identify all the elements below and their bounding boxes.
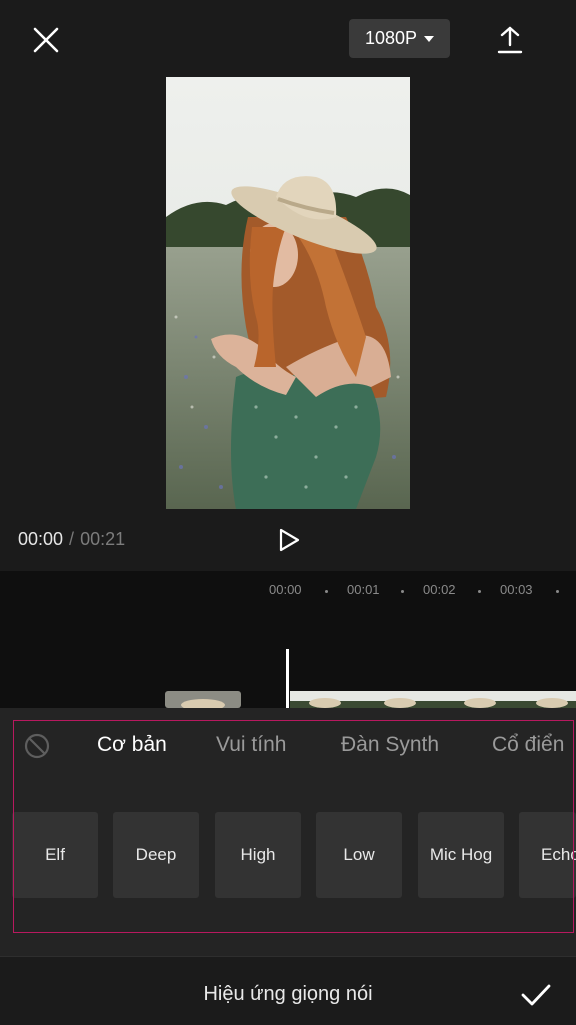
effect-low[interactable]: Low <box>316 812 402 898</box>
prohibited-icon[interactable] <box>24 733 50 759</box>
tab-dan-synth[interactable]: Đàn Synth <box>341 733 439 757</box>
effect-label: Deep <box>135 845 177 864</box>
video-track-frames <box>290 691 576 708</box>
effect-echo[interactable]: Echo <box>519 812 576 898</box>
clip-frame <box>165 691 241 708</box>
tab-co-ban[interactable]: Cơ bản <box>97 733 167 757</box>
time-separator: / <box>69 529 75 549</box>
play-icon <box>279 528 300 552</box>
play-button[interactable] <box>274 525 304 555</box>
ruler-dot <box>478 590 481 593</box>
resolution-label: 1080P <box>364 28 418 48</box>
effect-label: Low <box>343 845 375 864</box>
export-button[interactable] <box>490 20 530 60</box>
ruler-dot <box>401 590 404 593</box>
effect-mic-hog[interactable]: Mic Hog <box>418 812 504 898</box>
effect-label: Echo <box>541 845 576 864</box>
ruler-tick: 00:00 <box>269 582 302 597</box>
time-display: 00:00/00:21 <box>18 529 125 550</box>
effect-deep[interactable]: Deep <box>113 812 199 898</box>
ruler-tick: 00:03 <box>500 582 533 597</box>
effect-label: High <box>240 845 276 864</box>
video-preview[interactable] <box>166 77 410 509</box>
playhead[interactable] <box>286 649 289 709</box>
timeline[interactable]: 00:00 00:01 00:02 00:03 <box>0 571 576 709</box>
ruler-dot <box>556 590 559 593</box>
video-frame <box>166 77 410 509</box>
ruler-dot <box>325 590 328 593</box>
close-button[interactable] <box>26 20 66 60</box>
effect-high[interactable]: High <box>215 812 301 898</box>
tab-co-dien[interactable]: Cổ điển <box>492 733 564 757</box>
video-track[interactable] <box>290 691 576 708</box>
upload-icon <box>497 26 523 54</box>
check-icon <box>521 984 551 1006</box>
ruler-tick: 00:02 <box>423 582 456 597</box>
confirm-button[interactable] <box>518 977 554 1013</box>
effect-label: Mic Hog <box>429 845 493 864</box>
effect-elf[interactable]: Elf <box>12 812 98 898</box>
effect-label: Elf <box>45 845 65 864</box>
time-ruler: 00:00 00:01 00:02 00:03 <box>0 582 576 602</box>
ruler-tick: 00:01 <box>347 582 380 597</box>
top-bar: 1080P <box>0 0 576 76</box>
audio-clip-thumbnail[interactable] <box>165 691 241 708</box>
caret-down-icon <box>424 35 435 42</box>
current-time: 00:00 <box>18 529 64 549</box>
total-time: 00:21 <box>80 529 126 549</box>
resolution-dropdown[interactable]: 1080P <box>349 19 450 58</box>
close-icon <box>33 27 59 53</box>
bottom-bar: Hiệu ứng giọng nói <box>0 956 576 1025</box>
panel-title: Hiệu ứng giọng nói <box>203 983 373 1005</box>
tab-vui-tinh[interactable]: Vui tính <box>216 733 286 757</box>
